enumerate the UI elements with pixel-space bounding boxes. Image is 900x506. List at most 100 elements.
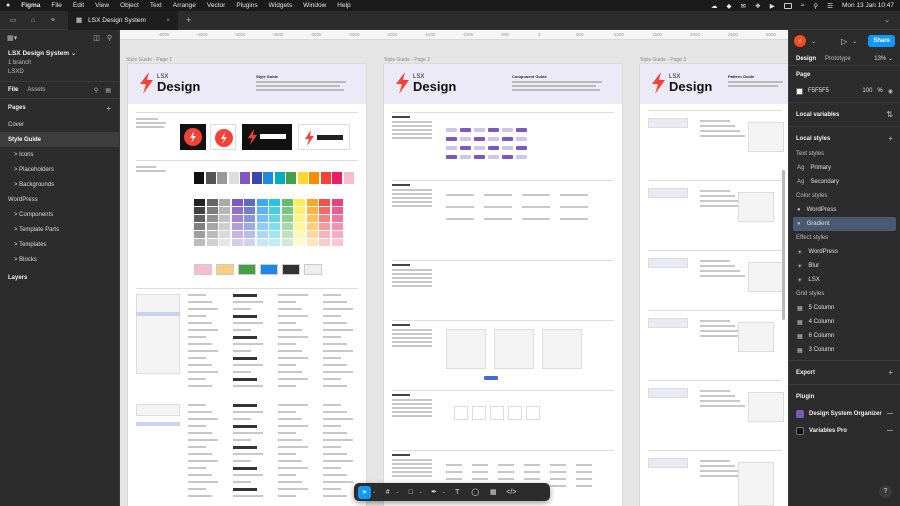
pen-tool-icon[interactable]: ✒ xyxy=(428,486,441,499)
page-item[interactable]: Cover xyxy=(0,117,119,132)
branch-count[interactable]: 1 branch xyxy=(8,60,111,66)
tab-design[interactable]: Design xyxy=(796,56,816,62)
menu-window[interactable]: Window xyxy=(303,2,326,9)
menu-text[interactable]: Text xyxy=(150,2,162,9)
page-item[interactable]: > Placeholders xyxy=(0,162,119,177)
play-icon[interactable]: ▶ xyxy=(770,2,775,10)
close-tab-icon[interactable]: × xyxy=(166,17,170,24)
control-center-icon[interactable]: ☰ xyxy=(827,2,833,10)
menu-edit[interactable]: Edit xyxy=(73,2,84,9)
style-item[interactable]: ☀ Blur xyxy=(789,259,900,273)
menu-plugins[interactable]: Plugins xyxy=(236,2,257,9)
chevron-down-icon[interactable]: ⌄ xyxy=(884,16,890,24)
search-icon[interactable]: ⚲ xyxy=(813,2,818,10)
avatar[interactable]: ⚡ xyxy=(794,35,806,47)
menu-arrange[interactable]: Arrange xyxy=(173,2,196,9)
apple-icon[interactable]: ● xyxy=(6,2,10,9)
book-icon[interactable]: ▤ xyxy=(105,87,111,94)
tab-prototype[interactable]: Prototype xyxy=(825,56,851,62)
frame-label-2[interactable]: Style Guide - Page 2 xyxy=(384,57,430,63)
add-style-icon[interactable]: + xyxy=(888,134,893,143)
page-item[interactable]: Style Guide xyxy=(0,132,119,147)
add-page-icon[interactable]: + xyxy=(106,104,111,113)
frame-style-guide-1[interactable]: LSX Design Style Guide xyxy=(128,64,366,506)
text-tool-icon[interactable]: T xyxy=(451,486,464,499)
move-tool-icon[interactable]: ➤ xyxy=(358,485,371,499)
page-item[interactable]: > Backgrounds xyxy=(0,177,119,192)
page-opacity[interactable]: 100 xyxy=(862,88,872,94)
page-item[interactable]: > Template Parts xyxy=(0,222,119,237)
style-item[interactable]: ☀ WordPress xyxy=(789,245,900,259)
style-item[interactable]: Ag Secondary xyxy=(789,175,900,189)
frame-label-1[interactable]: Style Guide - Page 1 xyxy=(126,57,172,63)
menu-help[interactable]: Help xyxy=(337,2,350,9)
frame-style-guide-3[interactable]: LSX Design Pattern Guide xyxy=(640,64,788,506)
tray-icon[interactable]: ◆ xyxy=(727,2,732,10)
style-item[interactable]: ☀ LSX xyxy=(789,273,900,287)
style-item[interactable]: Ag Primary xyxy=(789,161,900,175)
clock[interactable]: Mon 13 Jan 10:47 xyxy=(842,2,894,9)
dev-mode-icon[interactable]: </> xyxy=(505,486,518,499)
variables-icon[interactable]: ⇅ xyxy=(886,110,893,119)
style-item[interactable]: ▦ 5 Column xyxy=(789,301,900,315)
help-icon[interactable]: ? xyxy=(879,485,892,498)
remove-plugin-icon[interactable]: — xyxy=(887,411,893,417)
shape-tool-icon[interactable]: □ xyxy=(404,486,417,499)
globe-icon[interactable]: ⚭ xyxy=(46,13,60,27)
vertical-scrollbar[interactable] xyxy=(782,170,785,320)
shape-tool-caret[interactable]: ⌄ xyxy=(418,489,422,495)
project-name[interactable]: LSX Design System ⌄ xyxy=(8,49,111,57)
style-item[interactable]: ● Gradient xyxy=(793,217,896,231)
frame-tool-caret[interactable]: ⌄ xyxy=(395,489,399,495)
style-item[interactable]: ▦ 6 Column xyxy=(789,329,900,343)
frame-style-guide-2[interactable]: LSX Design Component Guide xyxy=(384,64,622,506)
menu-figma[interactable]: Figma xyxy=(21,2,40,9)
style-item[interactable]: ▦ 4 Column xyxy=(789,315,900,329)
menu-widgets[interactable]: Widgets xyxy=(269,2,292,9)
page-item[interactable]: > Icons xyxy=(0,147,119,162)
left-search-icon[interactable]: ⚲ xyxy=(107,34,112,42)
page-item[interactable]: > Blocks xyxy=(0,252,119,267)
plugin-variables-pro[interactable]: Variables Pro — xyxy=(789,422,900,439)
battery-icon[interactable] xyxy=(783,2,792,9)
frame-label-3[interactable]: Style Guide - Page 3 xyxy=(640,57,686,63)
menu-file[interactable]: File xyxy=(51,2,61,9)
page-item[interactable]: WordPress xyxy=(0,192,119,207)
pen-tool-caret[interactable]: ⌄ xyxy=(442,489,446,495)
panel-search-icon[interactable]: ⚲ xyxy=(94,87,98,94)
canvas[interactable]: -5000 -4500 -4000 -3500 -3000 -2500 -2000 -1500… xyxy=(120,30,788,506)
tab-file[interactable]: File xyxy=(8,87,18,93)
remove-plugin-icon[interactable]: — xyxy=(887,428,893,434)
share-button[interactable]: Share xyxy=(868,35,895,47)
wifi-icon[interactable]: ≈ xyxy=(801,2,805,9)
tab-assets[interactable]: Assets xyxy=(27,87,45,93)
menu-view[interactable]: View xyxy=(95,2,109,9)
eye-icon[interactable]: ◉ xyxy=(888,88,893,95)
page-color-row[interactable]: F5F5F5 100 % ◉ xyxy=(789,83,900,99)
dropbox-icon[interactable]: ❖ xyxy=(755,2,761,10)
move-tool-caret[interactable]: ⌄ xyxy=(372,489,376,495)
avatar-chevron-icon[interactable]: ⌄ xyxy=(811,38,816,45)
sidebar-toggle-icon[interactable]: ▭ xyxy=(6,13,20,27)
menu-object[interactable]: Object xyxy=(120,2,139,9)
present-icon[interactable]: ▷ xyxy=(841,37,847,46)
page-item[interactable]: > Templates xyxy=(0,237,119,252)
mail-icon[interactable]: ✉ xyxy=(741,2,746,10)
add-export-icon[interactable]: + xyxy=(888,368,893,377)
cloud-icon[interactable]: ☁ xyxy=(711,2,718,10)
layout-toggle-icon[interactable]: ◫ xyxy=(93,34,100,42)
present-chevron-icon[interactable]: ⌄ xyxy=(852,38,857,45)
home-icon[interactable]: ⌂ xyxy=(26,13,40,27)
menu-vector[interactable]: Vector xyxy=(207,2,225,9)
style-item[interactable]: ● WordPress xyxy=(789,203,900,217)
comment-tool-icon[interactable]: ◯ xyxy=(469,486,482,499)
main-menu-icon[interactable]: ▦▾ xyxy=(7,34,17,42)
actions-tool-icon[interactable]: ▦ xyxy=(487,486,500,499)
page-item[interactable]: > Components xyxy=(0,207,119,222)
page-color-swatch[interactable] xyxy=(796,87,803,95)
new-tab-icon[interactable]: + xyxy=(186,15,191,25)
local-variables-row[interactable]: Local variables ⇅ xyxy=(789,106,900,123)
zoom-level[interactable]: 13% ⌄ xyxy=(874,55,893,62)
frame-tool-icon[interactable]: # xyxy=(381,486,394,499)
plugin-design-system-organizer[interactable]: Design System Organizer — xyxy=(789,405,900,422)
